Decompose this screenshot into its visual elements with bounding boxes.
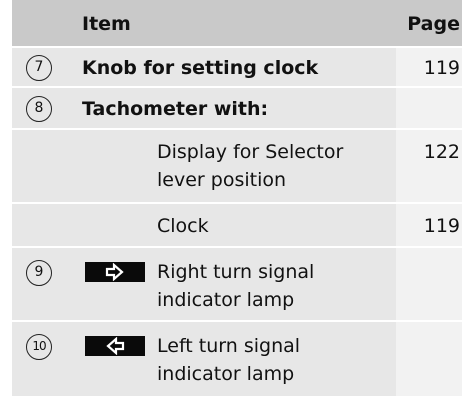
page-number: 119: [423, 215, 460, 237]
item-column-header: Item: [82, 13, 131, 35]
callout-number: 8: [26, 96, 52, 122]
page-number: 122: [423, 141, 460, 163]
item-label: Knob for setting clock: [82, 57, 319, 79]
index-table: Item Page 7 Knob for setting clock 119 8…: [12, 0, 462, 396]
item-label-line: lever position: [157, 169, 287, 191]
left-turn-signal-icon: [85, 336, 145, 356]
table-row: 7 Knob for setting clock 119: [12, 48, 462, 88]
callout-number: 10: [26, 334, 52, 360]
right-turn-signal-icon: [85, 262, 145, 282]
page-number: 119: [423, 57, 460, 79]
table-row: 8 Tachometer with:: [12, 88, 462, 130]
item-label-line: Right turn signal: [157, 261, 315, 283]
item-label: Clock: [157, 215, 209, 237]
callout-number: 9: [26, 260, 52, 286]
table-row: Clock 119: [12, 204, 462, 248]
item-label: Tachometer with:: [82, 98, 269, 120]
item-label-line: Display for Selector: [157, 141, 344, 163]
table-row: 9 Right turn signal indicator lamp: [12, 248, 462, 322]
callout-number: 7: [26, 55, 52, 81]
table-header: Item Page: [12, 0, 462, 48]
page-column-header: Page: [407, 13, 460, 35]
item-label-line: Left turn signal: [157, 335, 301, 357]
item-label-line: indicator lamp: [157, 289, 295, 311]
item-label-line: indicator lamp: [157, 363, 295, 385]
table-row: 10 Left turn signal indicator lamp: [12, 322, 462, 396]
table-row: Display for Selector lever position 122: [12, 130, 462, 204]
